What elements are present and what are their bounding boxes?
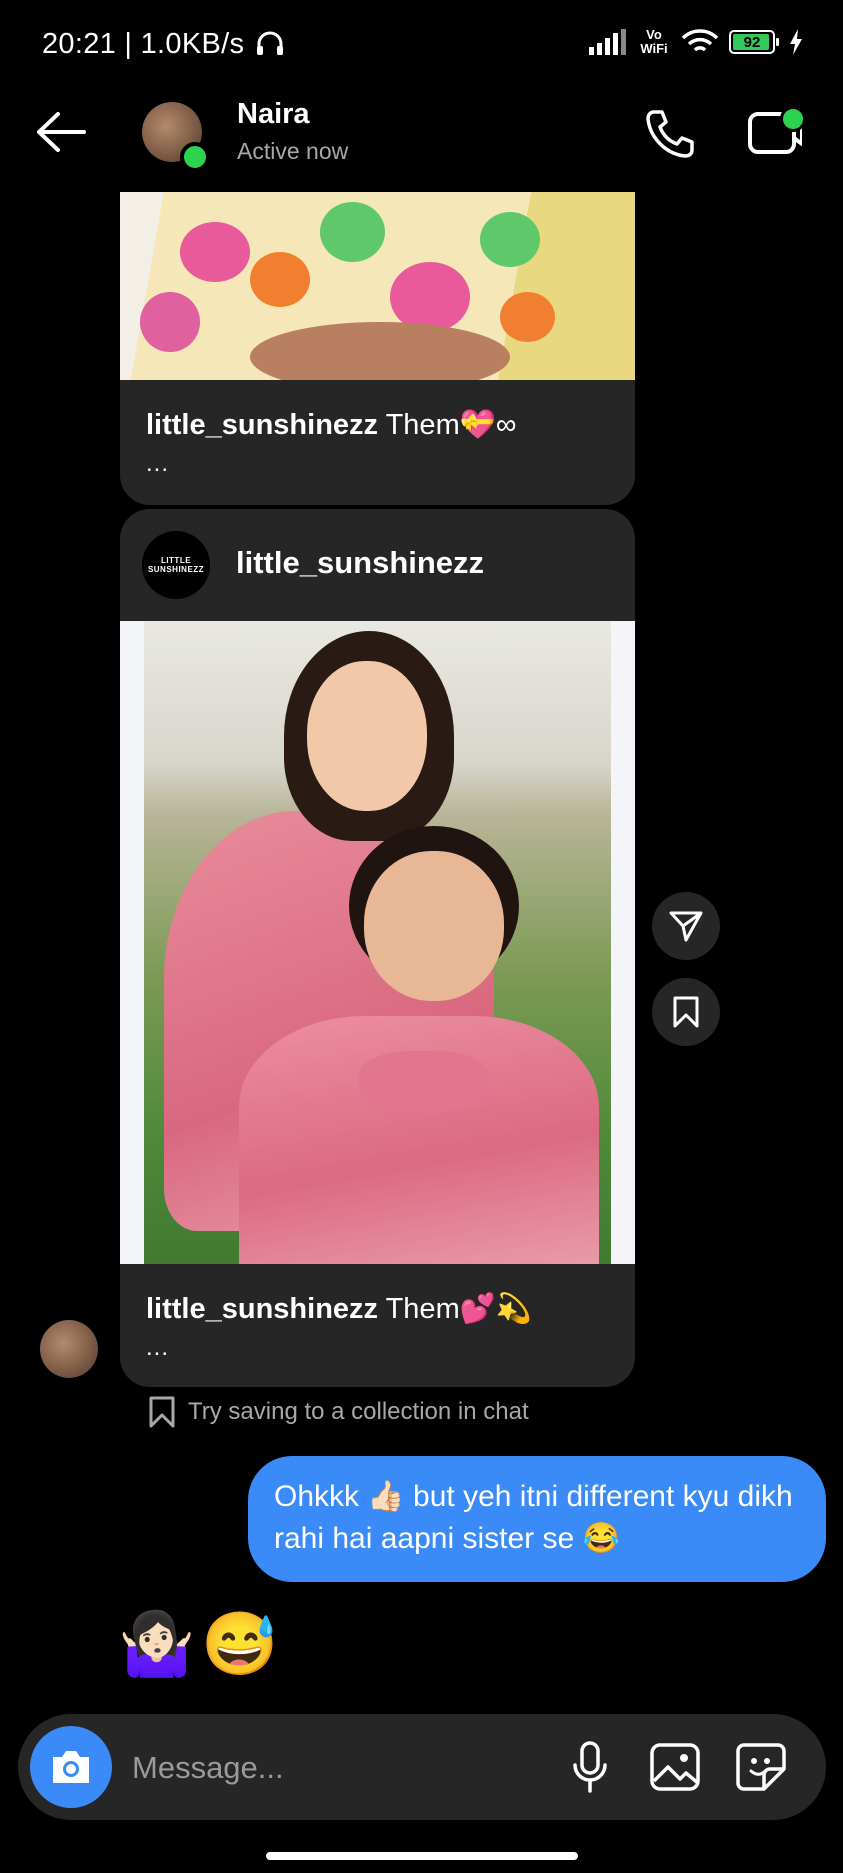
- battery-icon: 92: [729, 30, 779, 54]
- status-icons: Vo WiFi 92: [589, 28, 803, 56]
- signal-icon: [589, 29, 626, 55]
- contact-status: Active now: [237, 138, 349, 164]
- vowifi-label: Vo WiFi: [640, 27, 668, 56]
- bookmark-icon: [673, 996, 699, 1028]
- online-indicator: [180, 142, 210, 172]
- post-username[interactable]: little_sunshinezz: [236, 545, 484, 581]
- sender-avatar[interactable]: [40, 1320, 98, 1378]
- charging-icon: [790, 29, 802, 55]
- incoming-emoji-message[interactable]: 🤷🏻‍♀️😅: [118, 1608, 284, 1681]
- sticker-icon[interactable]: [734, 1739, 788, 1795]
- post-photo: [144, 621, 611, 1264]
- phone-icon[interactable]: [644, 108, 696, 160]
- shared-post-image[interactable]: [120, 192, 635, 380]
- caption-more[interactable]: ...: [146, 450, 169, 478]
- shared-post-caption[interactable]: little_sunshinezz Them💕💫 ...: [120, 1264, 635, 1387]
- home-indicator[interactable]: [266, 1852, 578, 1860]
- message-input[interactable]: [130, 1744, 554, 1792]
- post-caption: little_sunshinezz Them💝∞: [146, 409, 517, 441]
- shared-post-card[interactable]: LITTLE SUNSHINEZZ little_sunshinezz litt…: [120, 509, 635, 1387]
- contact-name[interactable]: Naira: [237, 98, 310, 131]
- bookmark-icon: [149, 1396, 175, 1428]
- video-online-dot: [780, 106, 806, 132]
- hint-text: Try saving to a collection in chat: [188, 1398, 529, 1425]
- shared-post-caption[interactable]: little_sunshinezz Them💝∞ ...: [120, 380, 635, 505]
- back-arrow-icon[interactable]: [34, 110, 86, 154]
- camera-button[interactable]: [30, 1726, 112, 1808]
- caption-more[interactable]: ...: [146, 1334, 169, 1362]
- shared-post-image[interactable]: [120, 621, 635, 1264]
- post-caption: little_sunshinezz Them💕💫: [146, 1293, 532, 1325]
- outgoing-message[interactable]: Ohkkk 👍🏻 but yeh itni different kyu dikh…: [248, 1456, 826, 1582]
- share-icon: [669, 911, 703, 942]
- gallery-icon[interactable]: [648, 1739, 702, 1795]
- headphones-icon: [256, 31, 283, 55]
- mic-icon[interactable]: [568, 1739, 612, 1795]
- wifi-icon: [681, 29, 719, 52]
- status-time: 20:21 | 1.0KB/s: [42, 28, 285, 61]
- message-composer: [18, 1714, 826, 1820]
- post-account-avatar[interactable]: LITTLE SUNSHINEZZ: [142, 531, 210, 599]
- collection-hint[interactable]: Try saving to a collection in chat: [148, 1396, 529, 1428]
- share-button[interactable]: [652, 892, 720, 960]
- camera-icon: [53, 1751, 89, 1783]
- save-button[interactable]: [652, 978, 720, 1046]
